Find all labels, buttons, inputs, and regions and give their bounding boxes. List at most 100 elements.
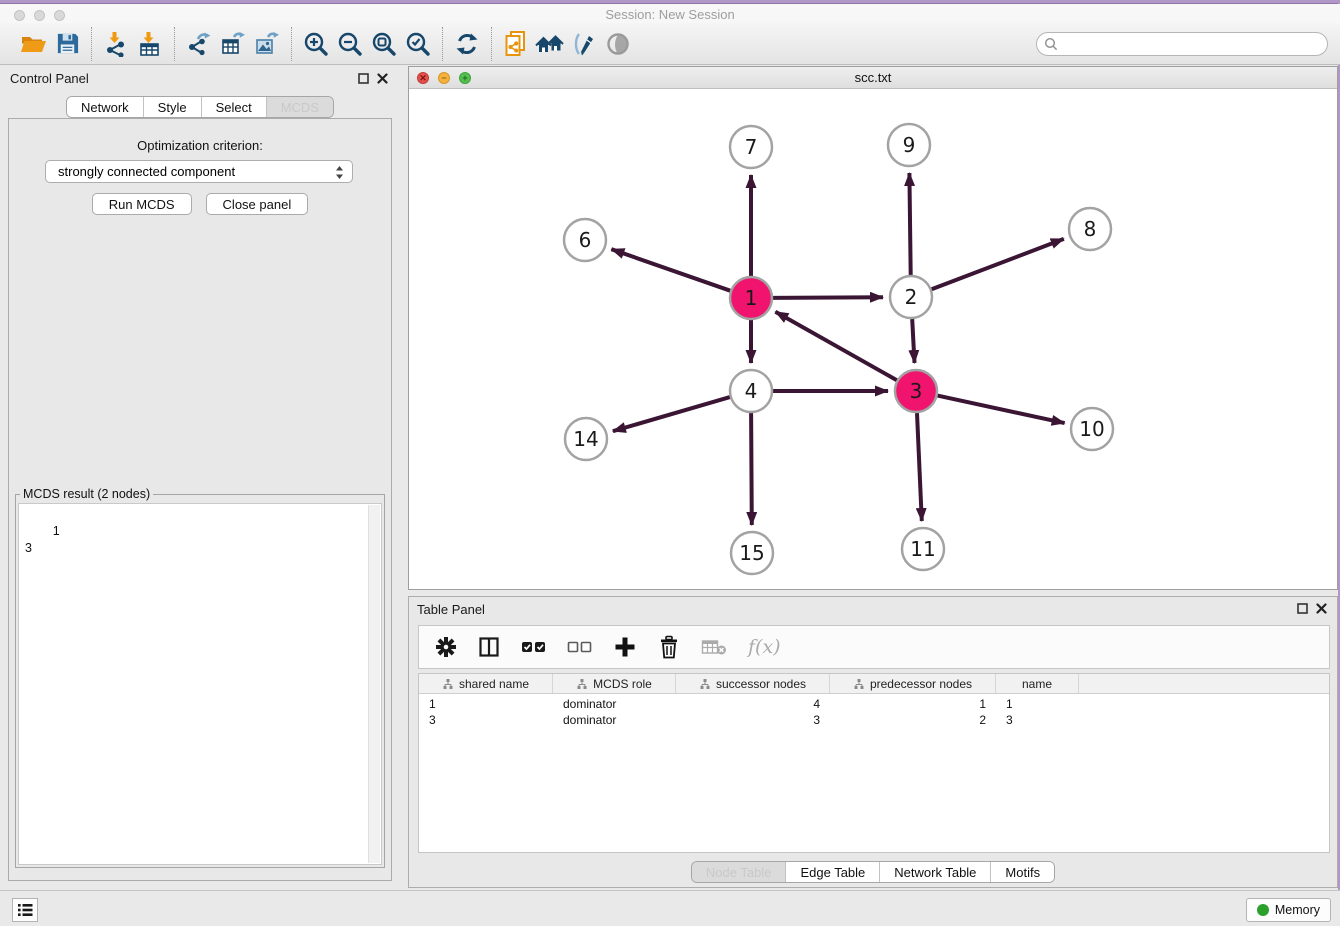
tab-motifs[interactable]: Motifs <box>990 862 1054 882</box>
import-table-icon <box>137 31 163 57</box>
graph-node-3[interactable]: 3 <box>895 370 937 412</box>
delete-column-button[interactable] <box>658 635 680 659</box>
graph-node-2[interactable]: 2 <box>890 276 932 318</box>
tab-network-table[interactable]: Network Table <box>879 862 990 882</box>
table-row[interactable]: 3dominator323 <box>419 712 1329 728</box>
svg-text:3: 3 <box>910 379 923 403</box>
graph-edge-1-6[interactable] <box>611 249 730 291</box>
zoom-out-icon <box>337 31 363 57</box>
control-panel-close-button[interactable] <box>377 73 388 84</box>
graph-edge-3-1[interactable] <box>775 312 896 381</box>
add-column-button[interactable] <box>613 635 637 659</box>
open-session-button[interactable] <box>16 27 50 61</box>
zoom-out-button[interactable] <box>333 27 367 61</box>
graph-edge-1-2[interactable] <box>773 297 883 298</box>
column-header-name[interactable]: name <box>996 674 1079 693</box>
graph-node-7[interactable]: 7 <box>730 126 772 168</box>
mcds-result-box[interactable]: 1 3 <box>18 503 382 865</box>
hide-style-button[interactable] <box>567 27 601 61</box>
graph-node-11[interactable]: 11 <box>902 528 944 570</box>
deselect-all-button[interactable] <box>567 636 592 658</box>
svg-text:6: 6 <box>579 228 592 252</box>
import-table-button[interactable] <box>133 27 167 61</box>
mcds-result-scrollbar[interactable] <box>368 505 380 863</box>
graph-node-14[interactable]: 14 <box>565 418 607 460</box>
column-tree-icon <box>699 678 711 690</box>
table-cell: 2 <box>830 713 996 727</box>
table-cell: 3 <box>996 713 1079 727</box>
tab-network[interactable]: Network <box>67 97 143 117</box>
table-toolbar: f(x) <box>418 625 1330 669</box>
network-canvas[interactable]: 7 9 6 8 1 2 4 3 14 10 15 11 <box>409 89 1337 589</box>
graph-node-8[interactable]: 8 <box>1069 208 1111 250</box>
table-settings-button[interactable] <box>435 636 457 658</box>
table-panel-title: Table Panel <box>417 602 485 617</box>
graph-node-4[interactable]: 4 <box>730 370 772 412</box>
zoom-selected-button[interactable] <box>401 27 435 61</box>
graph-node-9[interactable]: 9 <box>888 124 930 166</box>
control-panel-float-button[interactable] <box>358 73 369 84</box>
select-all-button[interactable] <box>521 636 546 658</box>
clone-network-button[interactable] <box>499 27 533 61</box>
tab-node-table[interactable]: Node Table <box>692 862 786 882</box>
column-header-mcds-role[interactable]: MCDS role <box>553 674 676 693</box>
svg-text:14: 14 <box>573 427 598 451</box>
graph-node-6[interactable]: 6 <box>564 219 606 261</box>
criterion-dropdown[interactable]: strongly connected component <box>45 160 353 183</box>
mcds-result-legend: MCDS result (2 nodes) <box>20 487 153 501</box>
memory-label: Memory <box>1275 903 1320 917</box>
import-network-button[interactable] <box>99 27 133 61</box>
close-panel-button[interactable]: Close panel <box>206 193 309 215</box>
refresh-network-button[interactable] <box>450 27 484 61</box>
tab-mcds[interactable]: MCDS <box>266 97 333 117</box>
column-header-successor-nodes[interactable]: successor nodes <box>676 674 830 693</box>
tab-style[interactable]: Style <box>143 97 201 117</box>
task-history-button[interactable] <box>12 898 38 922</box>
show-graphics-details-button[interactable] <box>601 27 635 61</box>
gear-icon <box>435 636 457 658</box>
column-tree-icon <box>853 678 865 690</box>
export-table-button[interactable] <box>216 27 250 61</box>
svg-text:11: 11 <box>910 537 935 561</box>
run-mcds-button[interactable]: Run MCDS <box>92 193 192 215</box>
tab-select[interactable]: Select <box>201 97 266 117</box>
export-image-icon <box>254 31 280 57</box>
column-header-shared-name[interactable]: shared name <box>419 674 553 693</box>
save-session-button[interactable] <box>50 27 84 61</box>
table-panel-float-button[interactable] <box>1297 603 1308 614</box>
graph-edge-3-10[interactable] <box>938 396 1065 424</box>
graph-edge-4-14[interactable] <box>613 397 730 431</box>
tab-edge-table[interactable]: Edge Table <box>785 862 879 882</box>
node-table: shared name MCDS role successor nodes <box>418 673 1330 853</box>
table-panel-tabs: Node TableEdge TableNetwork TableMotifs <box>691 861 1055 883</box>
select-all-icon <box>521 636 546 658</box>
table-cell: dominator <box>553 713 676 727</box>
graph-edge-2-9[interactable] <box>909 173 910 275</box>
network-graph-svg: 7 9 6 8 1 2 4 3 14 10 15 11 <box>409 89 1337 589</box>
export-network-button[interactable] <box>182 27 216 61</box>
memory-button[interactable]: Memory <box>1246 898 1331 922</box>
network-window-titlebar[interactable]: ✕ − + scc.txt <box>409 67 1337 89</box>
table-cell: 3 <box>419 713 553 727</box>
svg-text:8: 8 <box>1084 217 1097 241</box>
search-field[interactable] <box>1036 32 1328 56</box>
delete-table-icon <box>701 637 727 657</box>
search-input[interactable] <box>1063 37 1327 52</box>
home-layout-button[interactable] <box>533 27 567 61</box>
zoom-fit-button[interactable] <box>367 27 401 61</box>
zoom-in-button[interactable] <box>299 27 333 61</box>
export-image-button[interactable] <box>250 27 284 61</box>
zoom-fit-icon <box>371 31 397 57</box>
column-header-predecessor-nodes[interactable]: predecessor nodes <box>830 674 996 693</box>
column-visibility-button[interactable] <box>478 636 500 658</box>
table-row[interactable]: 1dominator411 <box>419 696 1329 712</box>
graph-edge-3-11[interactable] <box>917 413 922 521</box>
graph-edge-2-3[interactable] <box>912 319 914 363</box>
graph-node-1[interactable]: 1 <box>730 277 772 319</box>
graph-node-15[interactable]: 15 <box>731 532 773 574</box>
graph-edge-4-15[interactable] <box>751 413 752 525</box>
table-panel-close-button[interactable] <box>1316 603 1327 614</box>
graph-edge-2-8[interactable] <box>932 239 1064 289</box>
list-icon <box>17 903 33 917</box>
graph-node-10[interactable]: 10 <box>1071 408 1113 450</box>
